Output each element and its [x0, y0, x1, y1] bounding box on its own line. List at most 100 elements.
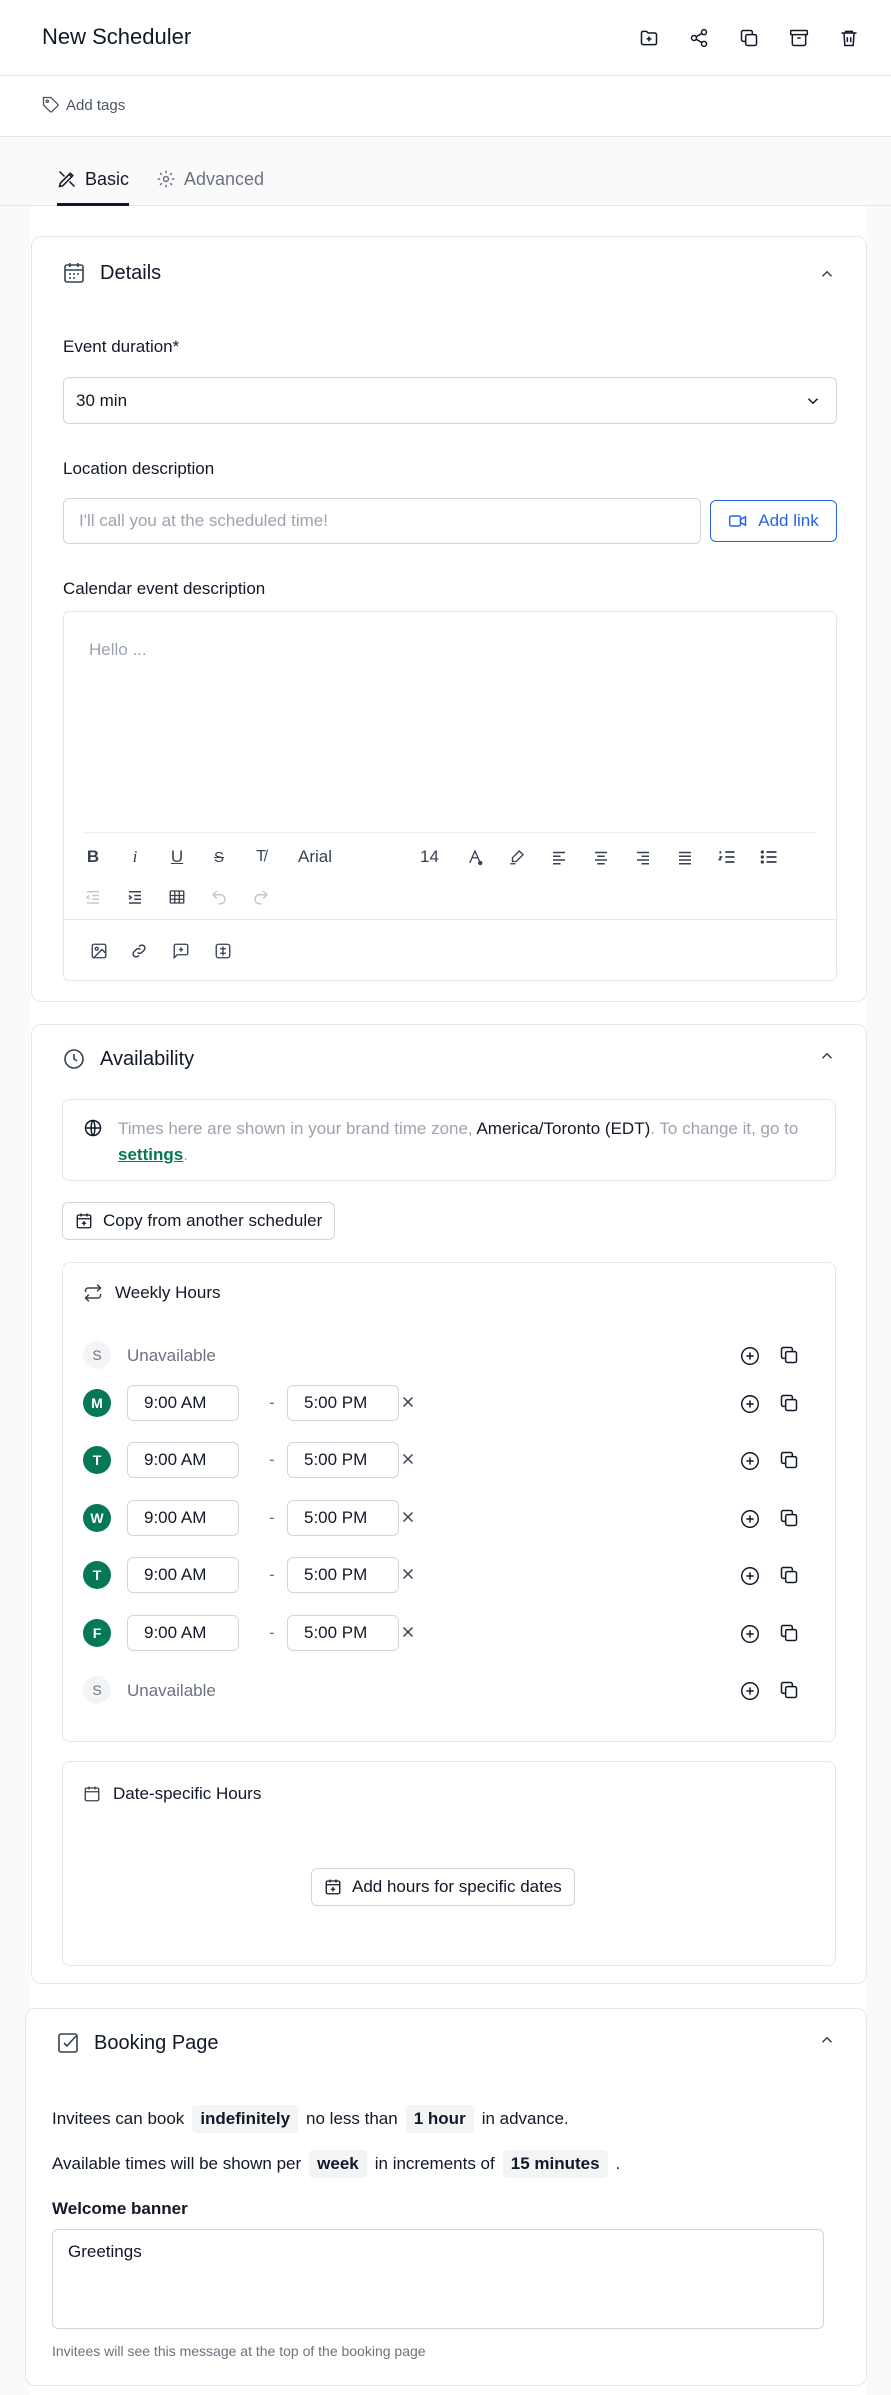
end-time-field[interactable]: 5:00 PM: [287, 1557, 399, 1593]
bullet-list-icon[interactable]: [756, 844, 782, 870]
align-right-icon[interactable]: [630, 844, 656, 870]
start-time-field[interactable]: 9:00 AM: [127, 1615, 239, 1651]
clear-format-icon[interactable]: T̸: [248, 844, 274, 870]
day-badge[interactable]: M: [83, 1389, 111, 1417]
day-badge[interactable]: W: [83, 1504, 111, 1532]
folder-add-icon[interactable]: [637, 26, 661, 50]
day-badge[interactable]: F: [83, 1619, 111, 1647]
header: New Scheduler: [0, 0, 891, 76]
end-time-field[interactable]: 5:00 PM: [287, 1442, 399, 1478]
copy-icon[interactable]: [779, 1680, 801, 1702]
repeat-icon: [83, 1283, 103, 1303]
copy-icon[interactable]: [779, 1393, 801, 1415]
chevron-up-icon[interactable]: [818, 2031, 836, 2049]
italic-icon[interactable]: i: [122, 844, 148, 870]
end-time-field[interactable]: 5:00 PM: [287, 1500, 399, 1536]
link-icon[interactable]: [126, 938, 152, 964]
booking-horizon-select[interactable]: indefinitely: [192, 2105, 299, 2133]
align-justify-icon[interactable]: [672, 844, 698, 870]
end-time-field[interactable]: 5:00 PM: [287, 1615, 399, 1651]
booking-line2-c: .: [615, 2154, 621, 2173]
plus-circle-icon[interactable]: [739, 1680, 761, 1702]
welcome-banner-textarea[interactable]: Greetings: [52, 2229, 824, 2329]
image-icon[interactable]: [86, 938, 112, 964]
weekly-row: F 9:00 AM -5:00 PM: [83, 1613, 815, 1653]
share-icon[interactable]: [687, 26, 711, 50]
font-size-select[interactable]: 14: [420, 847, 439, 867]
archive-icon[interactable]: [787, 26, 811, 50]
plus-circle-icon[interactable]: [739, 1623, 761, 1645]
settings-link[interactable]: settings: [118, 1145, 183, 1164]
booking-header[interactable]: Booking Page: [56, 2031, 219, 2055]
welcome-banner-value: Greetings: [68, 2242, 142, 2261]
minimum-notice-select[interactable]: 1 hour: [405, 2105, 474, 2133]
strikethrough-icon[interactable]: S: [206, 844, 232, 870]
variable-icon[interactable]: [210, 938, 236, 964]
trash-icon[interactable]: [837, 26, 861, 50]
outdent-icon[interactable]: [80, 884, 106, 910]
toolbar-divider: [84, 832, 816, 833]
plus-circle-icon[interactable]: [739, 1450, 761, 1472]
start-time-field[interactable]: 9:00 AM: [127, 1442, 239, 1478]
plus-circle-icon[interactable]: [739, 1345, 761, 1367]
bold-icon[interactable]: B: [80, 844, 106, 870]
undo-icon[interactable]: [206, 884, 232, 910]
date-specific-panel: Date-specific Hours Add hours for specif…: [62, 1761, 836, 1966]
tabs-bar: Basic Advanced: [0, 137, 891, 206]
chevron-up-icon[interactable]: [818, 265, 836, 283]
day-badge[interactable]: S: [83, 1676, 111, 1704]
availability-header[interactable]: Availability: [62, 1047, 194, 1071]
copy-icon[interactable]: [779, 1345, 801, 1367]
font-family-select[interactable]: Arial: [298, 847, 332, 867]
copy-icon[interactable]: [779, 1508, 801, 1530]
tab-advanced[interactable]: Advanced: [156, 169, 264, 206]
globe-icon: [83, 1118, 103, 1138]
weekly-row: S Unavailable: [83, 1335, 815, 1375]
align-center-icon[interactable]: [588, 844, 614, 870]
close-icon[interactable]: [399, 1623, 419, 1643]
end-time-field[interactable]: 5:00 PM: [287, 1385, 399, 1421]
editor-placeholder[interactable]: Hello ...: [89, 640, 147, 660]
add-link-button[interactable]: Add link: [710, 500, 837, 542]
ordered-list-icon[interactable]: [714, 844, 740, 870]
close-icon[interactable]: [399, 1450, 419, 1470]
copy-icon[interactable]: [779, 1450, 801, 1472]
close-icon[interactable]: [399, 1393, 419, 1413]
display-period-select[interactable]: week: [309, 2150, 367, 2178]
add-comment-icon[interactable]: [168, 938, 194, 964]
indent-icon[interactable]: [122, 884, 148, 910]
day-badge[interactable]: T: [83, 1561, 111, 1589]
tab-basic[interactable]: Basic: [57, 169, 130, 206]
duplicate-icon[interactable]: [737, 26, 761, 50]
copy-icon[interactable]: [779, 1565, 801, 1587]
copy-icon[interactable]: [779, 1623, 801, 1645]
booking-line1-a: Invitees can book: [52, 2109, 185, 2128]
rich-text-editor[interactable]: Hello ... B i U S T̸ Arial 14: [63, 611, 837, 981]
start-time-field[interactable]: 9:00 AM: [127, 1385, 239, 1421]
availability-card: Availability Times here are shown in you…: [31, 1024, 867, 1984]
increment-select[interactable]: 15 minutes: [502, 2150, 608, 2178]
day-badge[interactable]: T: [83, 1446, 111, 1474]
table-icon[interactable]: [164, 884, 190, 910]
weekly-hours-panel: Weekly Hours S Unavailable M 9:00 AM -5:00 P…: [62, 1262, 836, 1742]
plus-circle-icon[interactable]: [739, 1393, 761, 1415]
copy-from-scheduler-button[interactable]: Copy from another scheduler: [62, 1202, 336, 1240]
start-time-field[interactable]: 9:00 AM: [127, 1557, 239, 1593]
underline-icon[interactable]: U: [164, 844, 190, 870]
align-left-icon[interactable]: [546, 844, 572, 870]
location-input[interactable]: I'll call you at the scheduled time!: [63, 498, 701, 544]
details-header[interactable]: Details: [62, 261, 161, 285]
text-color-icon[interactable]: [462, 844, 488, 870]
start-time-field[interactable]: 9:00 AM: [127, 1500, 239, 1536]
redo-icon[interactable]: [248, 884, 274, 910]
event-duration-select[interactable]: 30 min: [63, 377, 837, 424]
highlight-icon[interactable]: [504, 844, 530, 870]
add-tags-button[interactable]: Add tags: [42, 96, 125, 114]
plus-circle-icon[interactable]: [739, 1565, 761, 1587]
close-icon[interactable]: [399, 1565, 419, 1585]
plus-circle-icon[interactable]: [739, 1508, 761, 1530]
close-icon[interactable]: [399, 1508, 419, 1528]
add-specific-dates-button[interactable]: Add hours for specific dates: [311, 1868, 575, 1906]
day-badge[interactable]: S: [83, 1341, 111, 1369]
chevron-up-icon[interactable]: [818, 1047, 836, 1065]
